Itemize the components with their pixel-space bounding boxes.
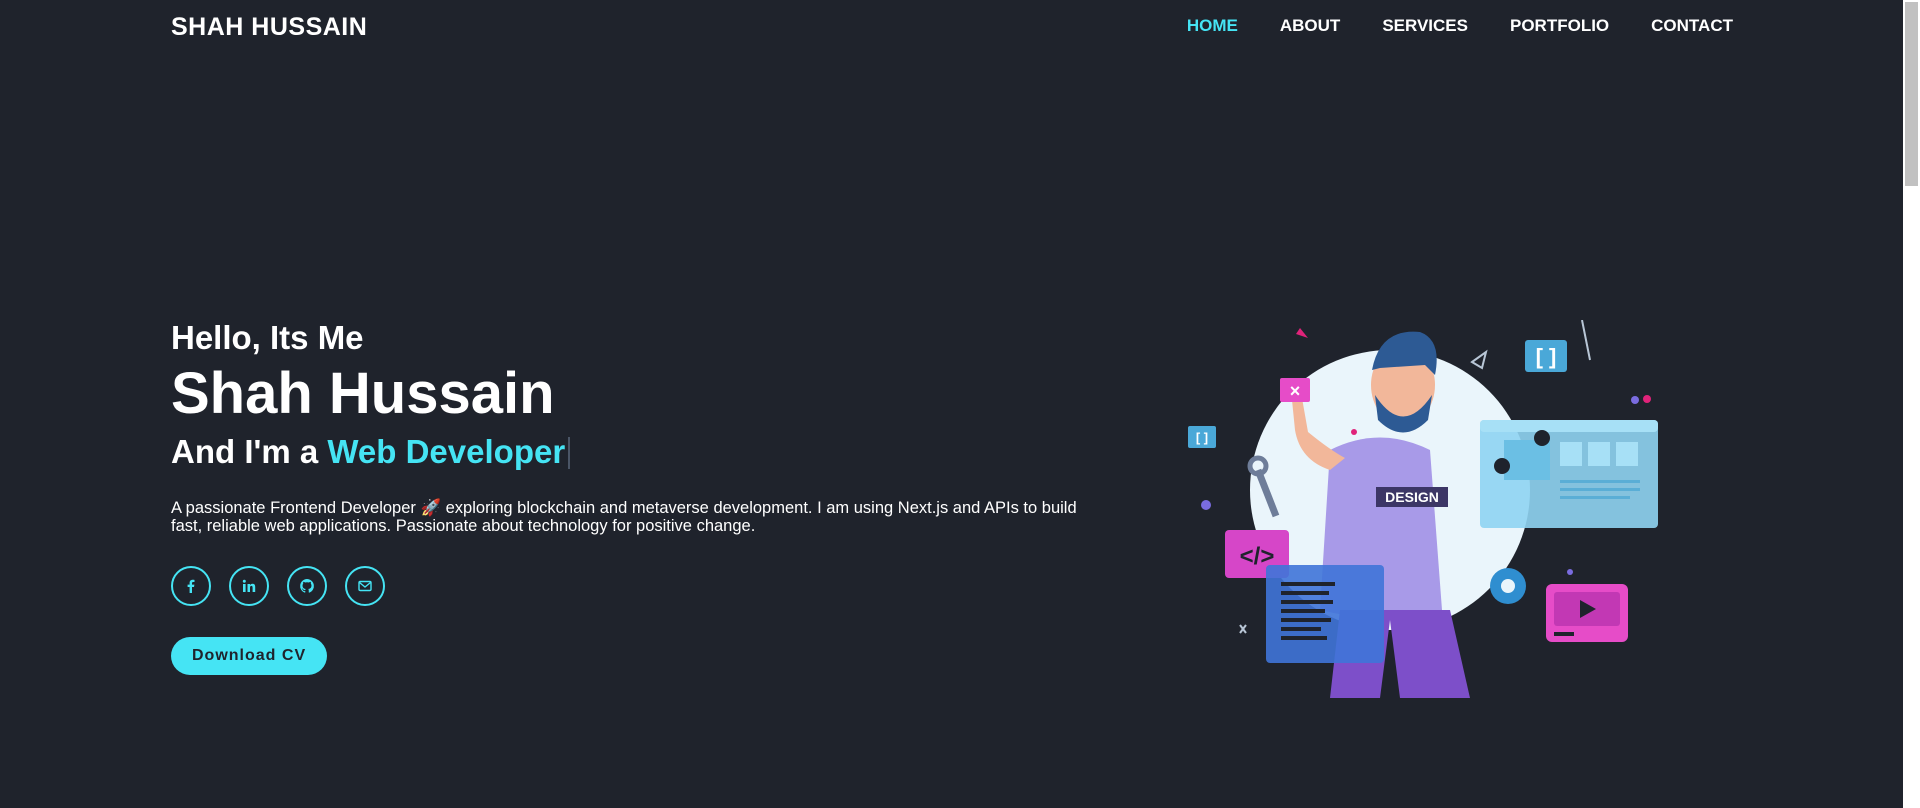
hero-greeting: Hello, Its Me [171,319,364,356]
download-cv-button[interactable]: Download CV [171,637,328,675]
nav-contact[interactable]: CONTACT [1651,16,1733,36]
video-play-icon [1546,584,1628,642]
site-logo[interactable]: SHAH HUSSAIN [171,13,367,42]
scrollbar-thumb[interactable] [1905,2,1918,186]
svg-text:[ ]: [ ] [1536,344,1557,369]
linkedin-icon [242,579,256,592]
nav-services[interactable]: SERVICES [1382,16,1468,36]
github-icon [300,579,314,593]
main-nav: HOME ABOUT SERVICES PORTFOLIO CONTACT [1145,16,1733,36]
role-highlight: Web Developer [327,433,566,470]
hero-role: And I'm a Web Developer [171,432,1121,472]
developer-illustration: [ ] [ ] DESIGN × </> [1188,320,1658,698]
svg-text:×: × [1290,381,1301,401]
linkedin-link[interactable] [229,566,269,606]
hero-name: Shah Hussain [171,361,555,426]
facebook-link[interactable] [171,566,211,606]
email-link[interactable] [345,566,385,606]
browser-window-illustration [1480,420,1658,528]
nav-about[interactable]: ABOUT [1280,16,1340,36]
svg-text:[ ]: [ ] [1196,430,1208,445]
gear-icon [1490,568,1526,604]
mail-icon [358,580,372,592]
nav-home[interactable]: HOME [1187,16,1238,36]
social-links [171,566,1121,606]
hero-section: Hello, Its Me Shah Hussain And I'm a Web… [171,318,1121,675]
github-link[interactable] [287,566,327,606]
nav-portfolio[interactable]: PORTFOLIO [1510,16,1609,36]
design-badge: DESIGN [1385,489,1439,505]
hero-description: A passionate Frontend Developer 🚀 explor… [171,499,1077,535]
role-prefix: And I'm a [171,433,319,470]
typing-cursor [568,437,571,469]
facebook-icon [187,579,195,593]
